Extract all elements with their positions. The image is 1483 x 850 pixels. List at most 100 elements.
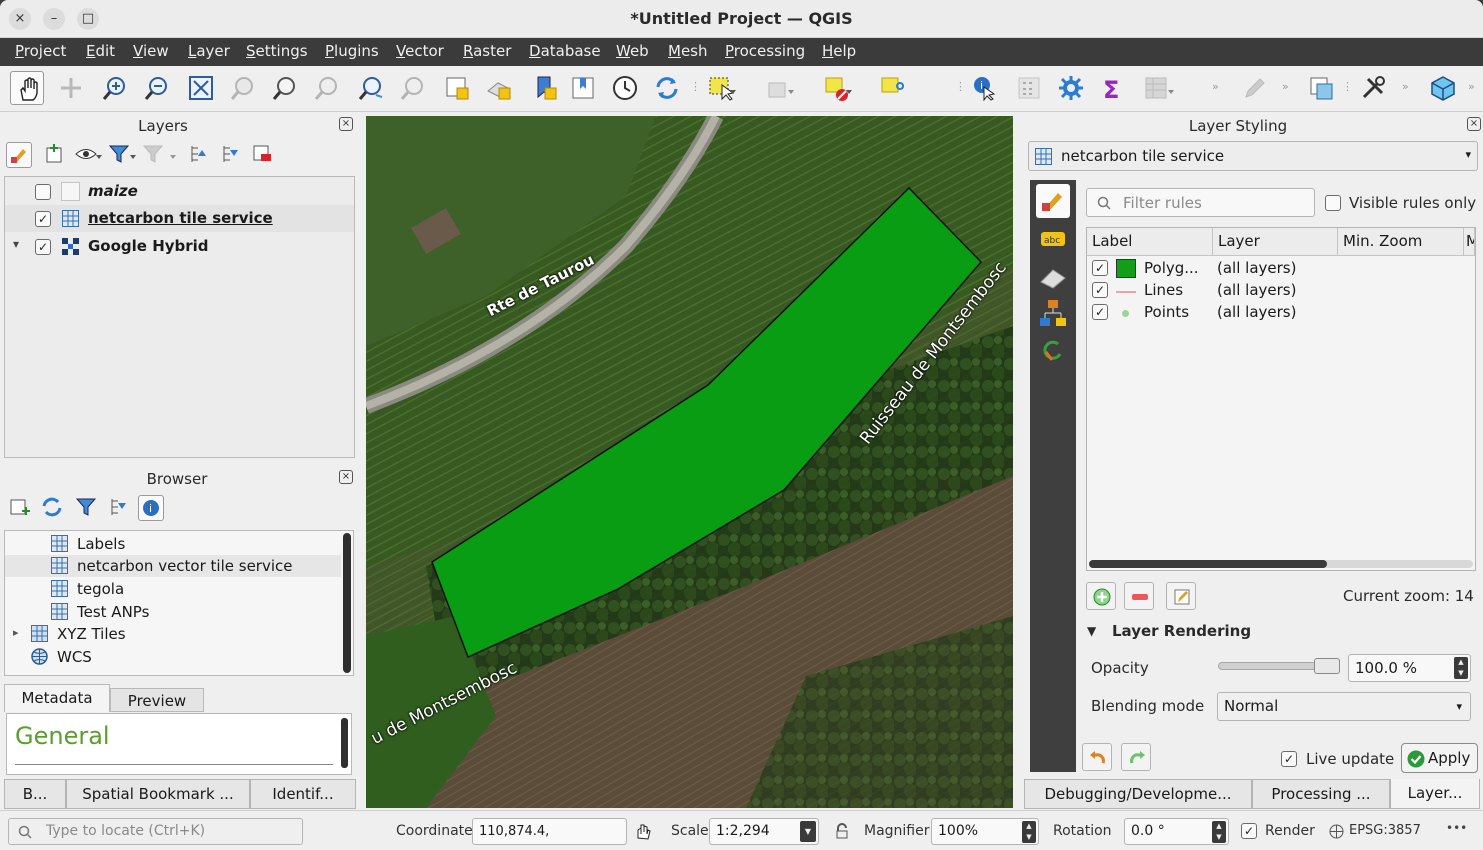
redo-button[interactable] bbox=[1121, 743, 1151, 771]
menu-mesh[interactable]: Mesh bbox=[668, 42, 708, 60]
menu-settings[interactable]: Settings bbox=[246, 42, 308, 60]
style-manager-button[interactable] bbox=[6, 142, 32, 168]
layer-toolbar-button[interactable] bbox=[1304, 71, 1338, 105]
tab-processing[interactable]: Processing ... bbox=[1252, 779, 1390, 809]
menu-processing[interactable]: Processing bbox=[725, 42, 805, 60]
manage-visibility-button[interactable] bbox=[74, 142, 102, 168]
menu-raster[interactable]: Raster bbox=[463, 42, 511, 60]
rule-row-polygons[interactable]: ✓ Polyg... (all layers) bbox=[1087, 258, 1475, 280]
history-tab[interactable] bbox=[1036, 334, 1070, 368]
tab-identify[interactable]: Identif... bbox=[250, 779, 356, 809]
pan-to-selection-button[interactable] bbox=[54, 71, 88, 105]
select-location-button[interactable] bbox=[876, 71, 910, 105]
tab-metadata[interactable]: Metadata bbox=[4, 684, 110, 712]
zoom-last-button[interactable] bbox=[354, 71, 388, 105]
chevron-down-icon[interactable]: ▼ bbox=[800, 821, 816, 842]
statistical-summary-button[interactable]: Σ bbox=[1096, 71, 1130, 105]
browser-item[interactable]: netcarbon vector tile service bbox=[5, 555, 341, 577]
map-canvas[interactable]: Rte de Taurou Ruisseau de Montsembosc u … bbox=[366, 116, 1013, 808]
tab-debugging[interactable]: Debugging/Developme... bbox=[1024, 779, 1252, 809]
menu-plugins[interactable]: Plugins bbox=[325, 42, 379, 60]
rule-row-lines[interactable]: ✓ Lines (all layers) bbox=[1087, 280, 1475, 302]
temporal-controller-button[interactable] bbox=[608, 71, 642, 105]
rotation-field[interactable]: 0.0 ° ▲ ▼ bbox=[1124, 818, 1229, 845]
column-header-max-zoom[interactable]: M bbox=[1464, 228, 1475, 256]
menu-layer[interactable]: Layer bbox=[188, 42, 230, 60]
tab-preview[interactable]: Preview bbox=[110, 688, 204, 712]
coordinate-toggle-icon[interactable] bbox=[634, 822, 652, 840]
expand-all-button[interactable] bbox=[186, 142, 212, 168]
rule-checkbox[interactable]: ✓ bbox=[1092, 260, 1108, 276]
column-header-layer[interactable]: Layer bbox=[1213, 228, 1338, 256]
tab-spatial-bookmarks[interactable]: Spatial Bookmark ... bbox=[66, 779, 250, 809]
layer-visibility-checkbox[interactable]: ✓ bbox=[35, 211, 51, 227]
magnifier-field[interactable]: 100% ▲ ▼ bbox=[931, 818, 1039, 845]
spin-arrows-icon[interactable]: ▲ ▼ bbox=[1454, 657, 1468, 679]
layer-visibility-checkbox[interactable] bbox=[35, 184, 51, 200]
coordinate-field[interactable]: 110,874.4, 5,512,665.4 bbox=[472, 818, 627, 850]
add-group-button[interactable] bbox=[42, 142, 68, 168]
zoom-native-button[interactable] bbox=[310, 71, 344, 105]
zoom-out-button[interactable] bbox=[140, 71, 174, 105]
browser-scrollbar[interactable] bbox=[343, 533, 351, 673]
blending-mode-select[interactable]: Normal ▾ bbox=[1217, 692, 1471, 721]
filter-rules-input[interactable]: Filter rules bbox=[1086, 188, 1315, 217]
browser-item[interactable]: Labels bbox=[5, 533, 341, 555]
apply-button[interactable]: Apply bbox=[1401, 743, 1478, 773]
menu-vector[interactable]: Vector bbox=[396, 42, 444, 60]
refresh-browser-button[interactable] bbox=[40, 495, 66, 521]
diagrams-tab[interactable] bbox=[1036, 296, 1070, 330]
layer-row-google-hybrid[interactable]: ▾ ✓ Google Hybrid bbox=[5, 233, 354, 260]
identify-features-button[interactable]: i bbox=[968, 71, 1002, 105]
rule-checkbox[interactable]: ✓ bbox=[1092, 304, 1108, 320]
menu-help[interactable]: Help bbox=[822, 42, 856, 60]
messages-more-icon[interactable]: ••• bbox=[1446, 821, 1467, 835]
browser-panel-close-button[interactable]: × bbox=[339, 470, 353, 484]
rule-checkbox[interactable]: ✓ bbox=[1092, 282, 1108, 298]
attribute-table-button[interactable] bbox=[1140, 71, 1174, 105]
edit-rule-button[interactable] bbox=[1166, 582, 1196, 610]
new-3d-view-button[interactable] bbox=[482, 71, 516, 105]
collapse-all-button[interactable] bbox=[218, 142, 244, 168]
tab-layer-styling[interactable]: Layer... bbox=[1390, 779, 1480, 809]
show-bookmarks-button[interactable] bbox=[566, 71, 600, 105]
crs-globe-icon[interactable] bbox=[1329, 824, 1344, 839]
layer-rendering-header[interactable]: Layer Rendering bbox=[1112, 622, 1251, 640]
spin-arrows-icon[interactable]: ▲ ▼ bbox=[1212, 821, 1226, 843]
menu-database[interactable]: Database bbox=[529, 42, 601, 60]
digitize-button[interactable] bbox=[1238, 71, 1272, 105]
zoom-to-layer-button[interactable] bbox=[268, 71, 302, 105]
expand-arrow-icon[interactable]: ▸ bbox=[13, 626, 19, 639]
browser-item[interactable]: ▸ XYZ Tiles bbox=[5, 623, 341, 645]
zoom-in-button[interactable] bbox=[98, 71, 132, 105]
filter-legend-button[interactable] bbox=[108, 142, 136, 168]
metadata-scrollbar[interactable] bbox=[341, 718, 348, 768]
filter-by-expression-button[interactable] bbox=[142, 142, 176, 168]
pan-map-button[interactable] bbox=[10, 71, 44, 105]
select-features-button[interactable] bbox=[704, 71, 738, 105]
zoom-to-selection-button[interactable] bbox=[226, 71, 260, 105]
spatial-bookmark-button[interactable] bbox=[528, 71, 562, 105]
crs-label[interactable]: EPSG:3857 bbox=[1349, 823, 1421, 838]
rule-row-points[interactable]: ✓ Points (all layers) bbox=[1087, 302, 1475, 324]
new-map-view-button[interactable] bbox=[440, 71, 474, 105]
toolbox-button[interactable] bbox=[1054, 71, 1088, 105]
add-rule-button[interactable] bbox=[1086, 582, 1116, 610]
remove-rule-button[interactable] bbox=[1124, 582, 1154, 610]
deselect-all-button[interactable] bbox=[820, 71, 854, 105]
enable-properties-button[interactable]: i bbox=[138, 495, 164, 521]
live-update-checkbox[interactable]: ✓ bbox=[1281, 751, 1297, 767]
plugin-tools-button[interactable] bbox=[1356, 71, 1390, 105]
layer-visibility-checkbox[interactable]: ✓ bbox=[35, 239, 51, 255]
spin-arrows-icon[interactable]: ▲ ▼ bbox=[1022, 821, 1036, 843]
layers-panel-close-button[interactable]: × bbox=[339, 117, 353, 131]
collapse-arrow-icon[interactable]: ▼ bbox=[1087, 624, 1096, 638]
menu-project[interactable]: Project bbox=[15, 42, 66, 60]
layer-row-netcarbon[interactable]: ✓ netcarbon tile service bbox=[5, 205, 354, 232]
layer-row-maize[interactable]: maize bbox=[5, 178, 354, 205]
undo-button[interactable] bbox=[1082, 743, 1112, 771]
column-header-min-zoom[interactable]: Min. Zoom bbox=[1338, 228, 1464, 256]
lock-scale-icon[interactable] bbox=[834, 823, 850, 839]
remove-layer-button[interactable] bbox=[250, 142, 276, 168]
zoom-full-button[interactable] bbox=[184, 71, 218, 105]
